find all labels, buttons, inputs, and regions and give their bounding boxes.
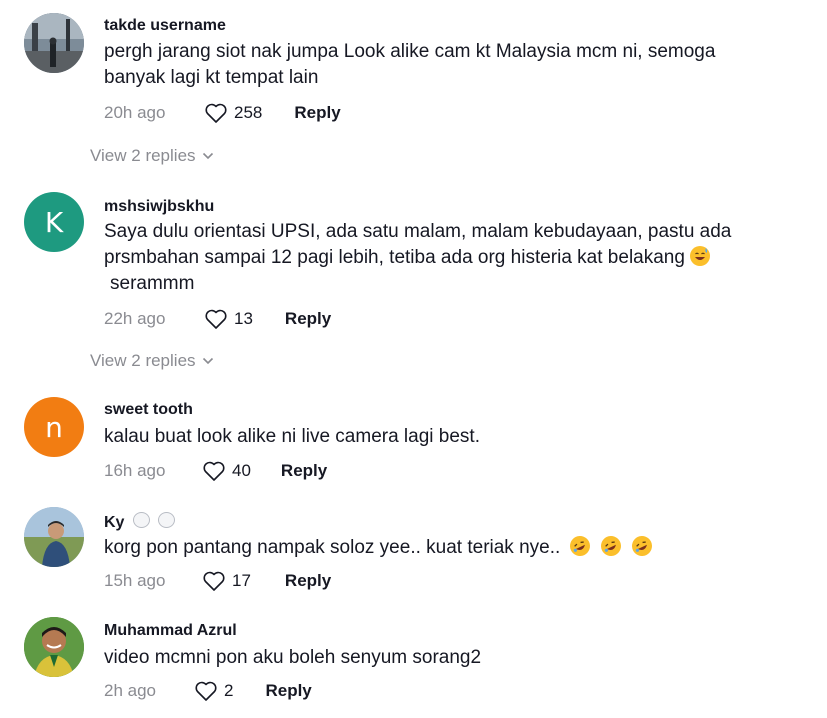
- like-button[interactable]: 258: [204, 102, 262, 124]
- view-replies-label: View 2 replies: [90, 351, 196, 370]
- reply-button[interactable]: Reply: [285, 571, 331, 591]
- avatar[interactable]: [24, 617, 84, 677]
- comment-username[interactable]: Ky: [104, 512, 176, 532]
- rofl-emoji: [566, 532, 593, 560]
- comment-username-text: Ky: [104, 514, 125, 531]
- reply-button[interactable]: Reply: [281, 461, 327, 481]
- comment-meta: 20h ago 258 Reply: [104, 100, 341, 126]
- comment-meta: 16h ago 40 Reply: [104, 458, 327, 484]
- like-button[interactable]: 40: [202, 460, 251, 482]
- comment-time: 15h ago: [104, 571, 166, 590]
- heart-icon: [205, 309, 227, 329]
- grinning-sweat-emoji: [690, 246, 711, 266]
- like-count: 258: [234, 103, 263, 122]
- avatar-photo: [24, 617, 84, 677]
- like-count: 40: [232, 461, 251, 480]
- comment-time: 22h ago: [104, 309, 166, 328]
- avatar[interactable]: n: [24, 397, 84, 457]
- view-replies-button[interactable]: View 2 replies: [90, 351, 214, 371]
- comment-text: video mcmni pon aku boleh senyum sorang2: [104, 647, 482, 668]
- heart-icon: [203, 571, 225, 591]
- avatar-initial: K: [44, 205, 64, 239]
- polar-bear-emoji: [132, 512, 150, 528]
- avatar-photo: [24, 13, 84, 73]
- view-replies-button[interactable]: View 2 replies: [90, 146, 214, 166]
- avatar[interactable]: [24, 507, 84, 567]
- polar-bear-emoji: [158, 512, 176, 528]
- comment-meta: 2h ago 2 Reply: [104, 678, 312, 704]
- heart-icon: [203, 461, 225, 481]
- like-count: 17: [232, 571, 251, 590]
- comment-text-suffix: serammm: [110, 273, 195, 294]
- reply-button[interactable]: Reply: [294, 103, 340, 123]
- comment-time: 16h ago: [104, 461, 166, 480]
- like-count: 2: [224, 681, 234, 700]
- comment-text-body: Saya dulu orientasi UPSI, ada satu malam…: [104, 221, 732, 268]
- comment-text: Saya dulu orientasi UPSI, ada satu malam…: [104, 219, 764, 297]
- comment-meta: 15h ago 17 Reply: [104, 568, 331, 594]
- view-replies-label: View 2 replies: [90, 146, 196, 165]
- avatar-photo: [24, 507, 84, 567]
- heart-icon: [205, 103, 227, 123]
- comment-username[interactable]: takde username: [104, 17, 226, 35]
- comment-username[interactable]: sweet tooth: [104, 401, 193, 419]
- comment-time: 2h ago: [104, 681, 156, 700]
- rofl-emoji: [628, 532, 656, 560]
- avatar[interactable]: K: [24, 192, 84, 252]
- reply-button[interactable]: Reply: [285, 309, 331, 329]
- like-button[interactable]: 17: [202, 570, 251, 592]
- chevron-down-icon: [202, 357, 213, 365]
- comment-time: 20h ago: [104, 103, 166, 122]
- comment-text: kalau buat look alike ni live camera lag…: [104, 426, 480, 447]
- comment-text: korg pon pantang nampak soloz yee.. kuat…: [104, 532, 764, 561]
- avatar[interactable]: [24, 13, 84, 73]
- rofl-emoji: [597, 532, 625, 560]
- heart-icon: [195, 681, 217, 701]
- avatar-initial: n: [45, 410, 63, 444]
- comment-username[interactable]: mshsiwjbskhu: [104, 198, 214, 216]
- reply-button[interactable]: Reply: [265, 681, 311, 701]
- comment-username[interactable]: Muhammad Azrul: [104, 622, 237, 640]
- comment-meta: 22h ago 13 Reply: [104, 306, 331, 332]
- like-button[interactable]: 13: [204, 308, 253, 330]
- chevron-down-icon: [202, 152, 213, 160]
- like-button[interactable]: 2: [194, 680, 233, 702]
- like-count: 13: [234, 309, 253, 328]
- comment-text-body: korg pon pantang nampak soloz yee.. kuat…: [104, 537, 561, 558]
- comment-text: pergh jarang siot nak jumpa Look alike c…: [104, 41, 716, 88]
